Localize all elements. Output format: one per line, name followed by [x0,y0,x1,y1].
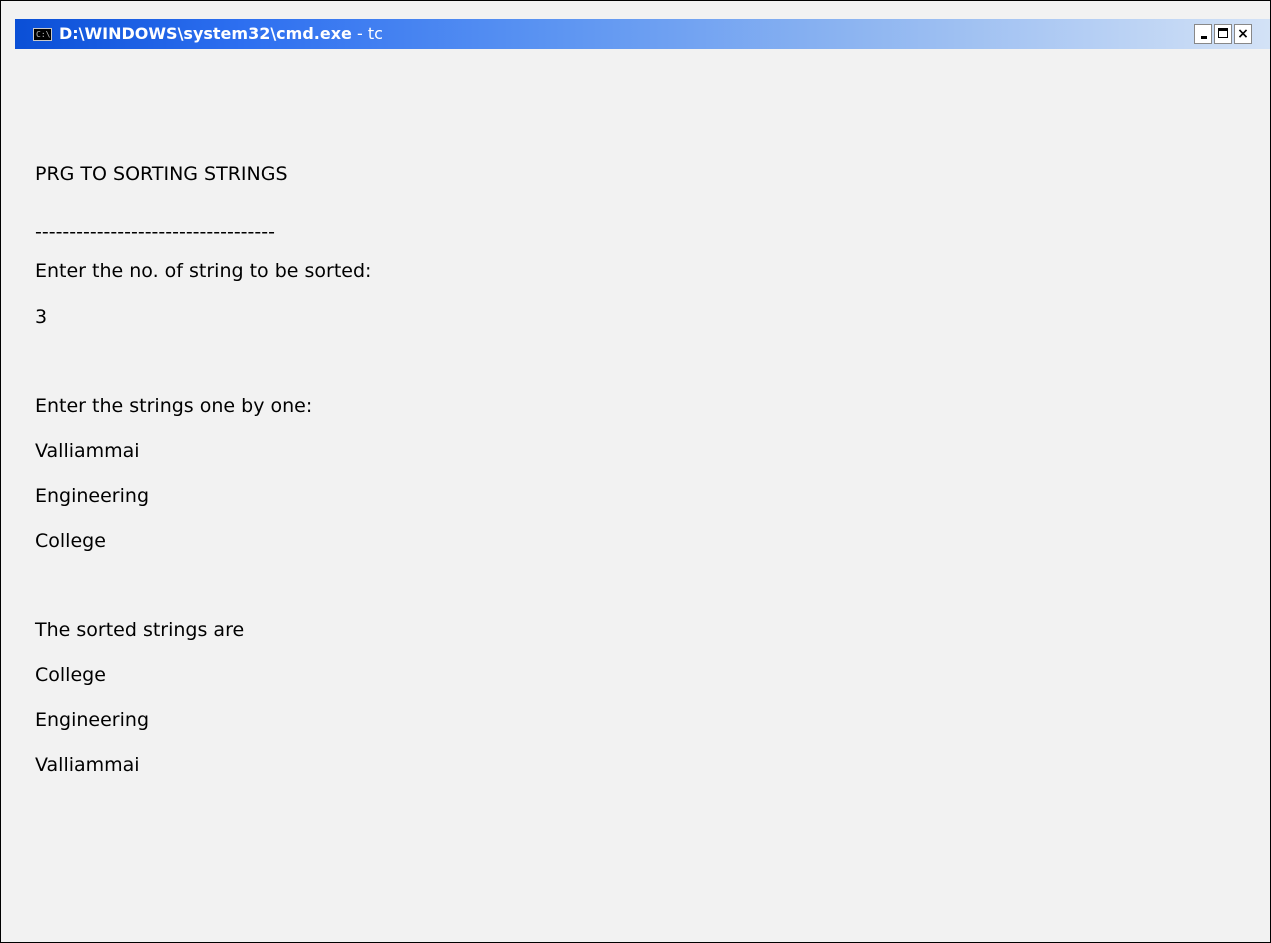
console-line: 3 [35,306,48,328]
console-line: Valliammai [35,440,140,462]
window-titlebar[interactable]: C:\ D:\WINDOWS\system32\cmd.exe - tc × [15,19,1270,49]
window-title-suffix: - tc [351,24,383,43]
console-line: College [35,664,106,686]
window-title: D:\WINDOWS\system32\cmd.exe - tc [59,24,383,44]
console-line: PRG TO SORTING STRINGS [35,163,288,185]
console-line: Valliammai [35,754,140,776]
console-line: The sorted strings are [35,619,245,641]
command-prompt-icon: C:\ [33,28,52,41]
minimize-button[interactable] [1194,24,1212,44]
close-button[interactable]: × [1234,24,1252,44]
console-line: Engineering [35,709,149,731]
console-line: Enter the strings one by one: [35,395,313,417]
maximize-button[interactable] [1214,24,1232,44]
console-line: Enter the no. of string to be sorted: [35,260,372,282]
console-line: College [35,530,106,552]
window-title-path: D:\WINDOWS\system32\cmd.exe [59,24,352,43]
console-line: Engineering [35,485,149,507]
console-window: C:\ D:\WINDOWS\system32\cmd.exe - tc × P… [0,0,1271,943]
console-line: ----------------------------------- [35,221,275,243]
